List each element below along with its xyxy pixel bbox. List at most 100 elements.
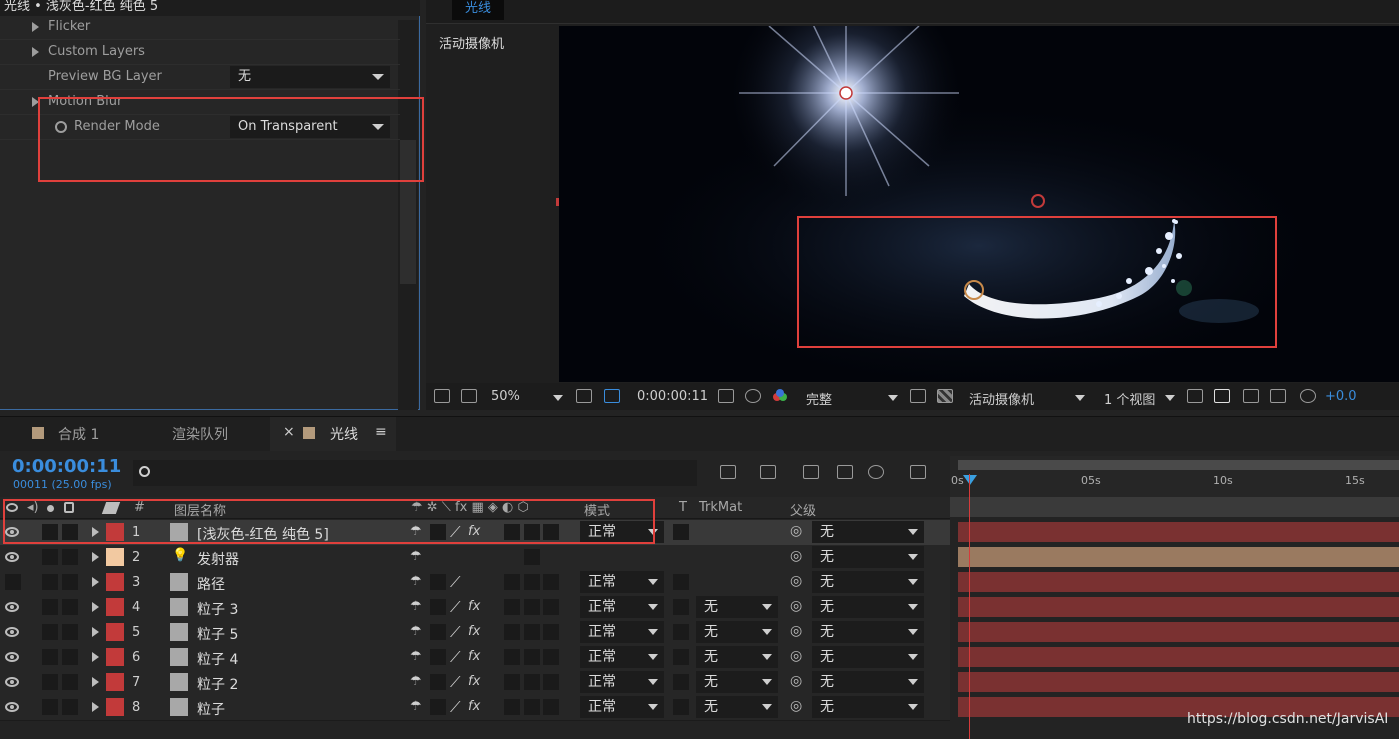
- 3d-layer-switch[interactable]: [543, 574, 559, 590]
- expand-triangle-icon[interactable]: [92, 677, 99, 687]
- motion-blur-switch[interactable]: [504, 699, 520, 715]
- effect-row-custom-layers[interactable]: Custom Layers: [0, 40, 400, 65]
- fx-icon[interactable]: fx: [468, 624, 480, 639]
- graph-editor-icon[interactable]: [910, 465, 926, 479]
- draft-3d-icon[interactable]: [760, 465, 776, 479]
- toggle-pixel-aspect-icon[interactable]: [1187, 389, 1203, 403]
- adjustment-switch[interactable]: [524, 624, 540, 640]
- blend-mode-dropdown[interactable]: 正常: [580, 621, 664, 643]
- region-of-interest-icon[interactable]: [910, 389, 926, 403]
- quality-slash-icon[interactable]: ⟋: [450, 673, 461, 691]
- layer-duration-bar[interactable]: [958, 622, 1399, 642]
- close-icon[interactable]: ×: [283, 424, 295, 440]
- layer-name[interactable]: 粒子 3: [197, 599, 238, 619]
- layer-duration-bar[interactable]: [958, 597, 1399, 617]
- quality-slash-icon[interactable]: ⟋: [450, 648, 461, 666]
- parent-pick-whip-icon[interactable]: ◎: [790, 673, 802, 689]
- 3d-layer-switch[interactable]: [543, 674, 559, 690]
- parent-pick-whip-icon[interactable]: ◎: [790, 698, 802, 714]
- parent-dropdown[interactable]: 无: [812, 621, 924, 643]
- blend-mode-dropdown[interactable]: 正常: [580, 571, 664, 593]
- motion-blur-switch[interactable]: [504, 574, 520, 590]
- tab-composition[interactable]: 光线: [452, 0, 504, 20]
- expand-triangle-icon[interactable]: [32, 47, 39, 57]
- camera-view-dropdown[interactable]: 活动摄像机: [969, 389, 1034, 408]
- quality-slash-icon[interactable]: ⟋: [450, 698, 461, 716]
- label-color-swatch[interactable]: [106, 598, 124, 616]
- tab-light[interactable]: 光线: [330, 424, 358, 444]
- layer-duration-bar[interactable]: [958, 572, 1399, 592]
- adjustment-switch[interactable]: [524, 649, 540, 665]
- playhead-handle-icon[interactable]: [963, 475, 977, 485]
- expand-triangle-icon[interactable]: [92, 552, 99, 562]
- parent-dropdown[interactable]: 无: [812, 646, 924, 668]
- show-snapshot-icon[interactable]: [745, 389, 761, 403]
- preserve-transparency-toggle[interactable]: [673, 524, 689, 540]
- parent-dropdown[interactable]: 无: [812, 696, 924, 718]
- eye-icon[interactable]: [5, 602, 19, 612]
- quality-switch[interactable]: [430, 649, 446, 665]
- parent-pick-whip-icon[interactable]: ◎: [790, 598, 802, 614]
- label-color-swatch[interactable]: [106, 623, 124, 641]
- parent-dropdown[interactable]: 无: [812, 596, 924, 618]
- blend-mode-dropdown[interactable]: 正常: [580, 671, 664, 693]
- parent-pick-whip-icon[interactable]: ◎: [790, 623, 802, 639]
- layer-row[interactable]: 7 粒子 2 ☂ ⟋ fx 正常 无 ◎ 无: [0, 670, 950, 696]
- parent-dropdown[interactable]: 无: [812, 546, 924, 568]
- shy-switch-icon[interactable]: ☂: [410, 649, 422, 664]
- preserve-transparency-toggle[interactable]: [673, 699, 689, 715]
- adjustment-switch[interactable]: [524, 699, 540, 715]
- adjustment-switch[interactable]: [524, 574, 540, 590]
- chevron-down-icon[interactable]: [553, 395, 563, 401]
- label-color-swatch[interactable]: [106, 648, 124, 666]
- zoom-dropdown[interactable]: 50%: [491, 389, 520, 404]
- layer-duration-bar[interactable]: [958, 547, 1399, 567]
- shy-switch-icon[interactable]: ☂: [410, 574, 422, 589]
- expand-triangle-icon[interactable]: [92, 602, 99, 612]
- visibility-toggle[interactable]: [5, 574, 21, 590]
- comp-mini-flowchart-icon[interactable]: [720, 465, 736, 479]
- layer-search-input[interactable]: [133, 460, 697, 486]
- lock-toggle[interactable]: [62, 549, 78, 565]
- eye-icon[interactable]: [5, 652, 19, 662]
- parent-pick-whip-icon[interactable]: ◎: [790, 548, 802, 564]
- layer-duration-bar[interactable]: [958, 522, 1399, 542]
- quality-switch[interactable]: [430, 674, 446, 690]
- eye-icon[interactable]: [5, 552, 19, 562]
- resolution-dropdown[interactable]: 完整: [806, 389, 832, 408]
- 3d-layer-switch[interactable]: [543, 624, 559, 640]
- shy-switch-icon[interactable]: ☂: [410, 699, 422, 714]
- motion-blur-icon[interactable]: [868, 465, 884, 479]
- quality-switch[interactable]: [430, 624, 446, 640]
- layer-name[interactable]: 粒子 4: [197, 649, 238, 669]
- eye-icon[interactable]: [5, 702, 19, 712]
- solo-toggle[interactable]: [42, 549, 58, 565]
- layer-row[interactable]: 5 粒子 5 ☂ ⟋ fx 正常 无 ◎ 无: [0, 620, 950, 646]
- layer-name[interactable]: 路径: [197, 574, 225, 594]
- solo-toggle[interactable]: [42, 624, 58, 640]
- lock-toggle[interactable]: [62, 599, 78, 615]
- label-color-swatch[interactable]: [106, 673, 124, 691]
- panel-menu-icon[interactable]: ≡: [375, 424, 387, 440]
- expand-triangle-icon[interactable]: [32, 22, 39, 32]
- transparency-grid-icon[interactable]: [937, 389, 953, 403]
- trkmat-dropdown[interactable]: 无: [696, 621, 778, 643]
- work-area-bar[interactable]: [958, 460, 1399, 470]
- view-layout-dropdown[interactable]: 1 个视图: [1104, 389, 1155, 408]
- exposure-reset-icon[interactable]: [1300, 389, 1316, 403]
- layer-row[interactable]: 3 路径 ☂ ⟋ 正常 ◎ 无: [0, 570, 950, 596]
- grid-toggle-icon[interactable]: [576, 389, 592, 403]
- flowchart-icon[interactable]: [1270, 389, 1286, 403]
- eye-icon[interactable]: [5, 677, 19, 687]
- chevron-down-icon[interactable]: [1075, 395, 1085, 401]
- quality-slash-icon[interactable]: ⟋: [450, 623, 461, 641]
- blend-mode-dropdown[interactable]: 正常: [580, 646, 664, 668]
- expand-triangle-icon[interactable]: [92, 652, 99, 662]
- eye-icon[interactable]: [5, 627, 19, 637]
- tab-render-queue[interactable]: 渲染队列: [172, 424, 228, 444]
- lock-toggle[interactable]: [62, 624, 78, 640]
- lock-toggle[interactable]: [62, 674, 78, 690]
- shy-switch-icon[interactable]: ☂: [410, 624, 422, 639]
- motion-blur-switch[interactable]: [504, 649, 520, 665]
- shy-switch-icon[interactable]: ☂: [410, 674, 422, 689]
